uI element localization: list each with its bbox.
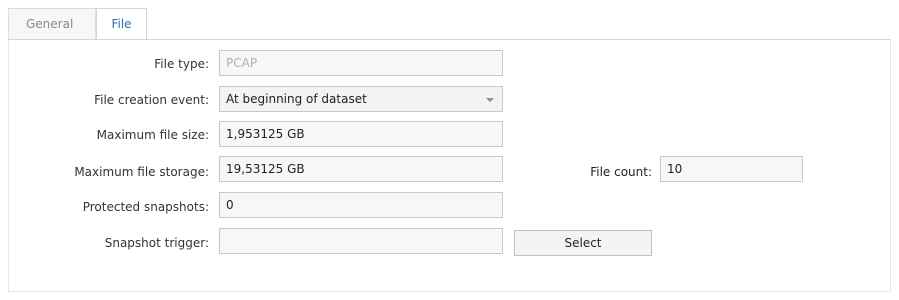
file-type-label: File type:: [154, 57, 209, 71]
file-creation-event-dropdown[interactable]: At beginning of dataset: [219, 86, 503, 112]
max-file-size-label: Maximum file size:: [96, 128, 209, 142]
file-count-label: File count:: [590, 165, 652, 179]
file-settings-window: General File File type: PCAP File creati…: [0, 0, 899, 300]
max-file-storage-field[interactable]: 19,53125 GB: [219, 156, 503, 182]
snapshot-trigger-label: Snapshot trigger:: [104, 236, 209, 250]
snapshot-trigger-field[interactable]: [219, 228, 503, 254]
max-file-size-field[interactable]: 1,953125 GB: [219, 121, 503, 147]
chevron-down-icon[interactable]: [486, 98, 494, 102]
tab-general[interactable]: General: [8, 8, 96, 39]
file-creation-event-label: File creation event:: [94, 93, 209, 107]
max-file-storage-label: Maximum file storage:: [74, 165, 209, 179]
file-count-field[interactable]: 10: [660, 156, 803, 182]
file-type-field: PCAP: [219, 50, 503, 76]
tab-strip: General File: [8, 8, 891, 40]
select-button[interactable]: Select: [514, 230, 652, 256]
file-creation-event-value: At beginning of dataset: [226, 92, 367, 106]
protected-snapshots-field[interactable]: 0: [219, 192, 503, 218]
tab-file[interactable]: File: [96, 8, 147, 40]
protected-snapshots-label: Protected snapshots:: [82, 200, 209, 214]
